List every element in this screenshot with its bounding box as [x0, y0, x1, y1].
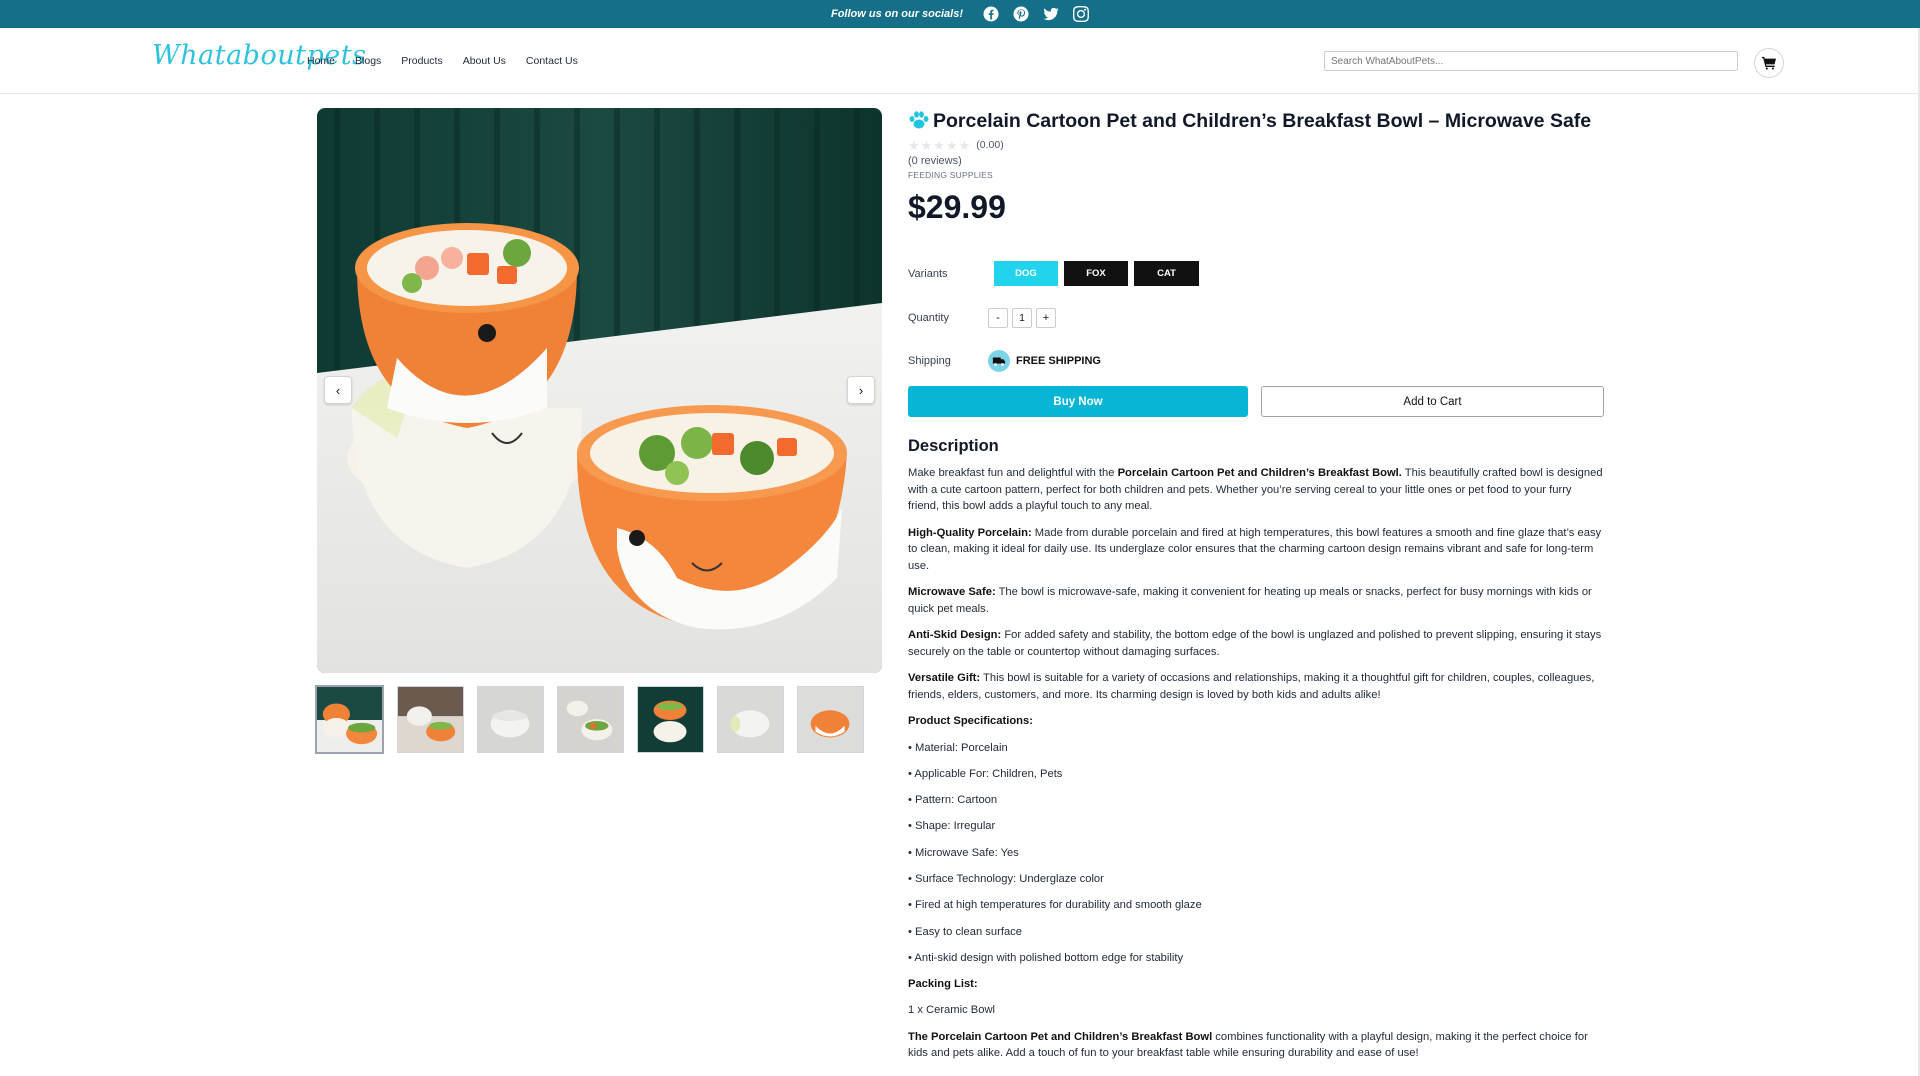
nav-home[interactable]: Home [307, 55, 335, 67]
spec-item: • Easy to clean surface [908, 925, 1022, 938]
description-section: Description Make breakfast fun and delig… [908, 437, 1604, 1072]
spec-item: • Applicable For: Children, Pets [908, 767, 1063, 780]
variants-label: Variants [908, 267, 948, 280]
star-icon: ★ [958, 137, 971, 153]
thumbnail-6[interactable] [717, 686, 784, 753]
shipping-value: FREE SHIPPING [1016, 355, 1101, 367]
spec-item: • Surface Technology: Underglaze color [908, 872, 1104, 885]
spec-item: • Material: Porcelain [908, 741, 1008, 754]
star-icon: ★ [933, 137, 945, 153]
gallery-prev-button[interactable]: ‹ [324, 376, 352, 404]
nav-contact-us[interactable]: Contact Us [526, 55, 578, 67]
cart-icon [1762, 56, 1776, 70]
spec-item: • Fired at high temperatures for durabil… [908, 899, 1202, 912]
thumbnail-1[interactable] [315, 685, 384, 754]
add-to-cart-button[interactable]: Add to Cart [1261, 386, 1604, 417]
feature-microwave: Microwave Safe: The bowl is microwave-sa… [908, 586, 1592, 615]
spec-item: • Pattern: Cartoon [908, 794, 998, 807]
review-count[interactable]: (0 reviews) [908, 155, 1604, 167]
search-input[interactable] [1324, 51, 1738, 71]
follow-text: Follow us on our socials! [830, 8, 963, 20]
quantity-increase-button[interactable]: + [1036, 308, 1056, 328]
quantity-decrease-button[interactable]: - [988, 308, 1008, 328]
thumbnail-4[interactable] [557, 686, 624, 753]
description-heading: Description [908, 437, 999, 455]
feature-porcelain: High-Quality Porcelain: Made from durabl… [908, 526, 1602, 572]
feature-gift: Versatile Gift: This bowl is suitable fo… [908, 672, 1595, 701]
thumbnail-7[interactable] [797, 686, 864, 753]
star-icon: ★ [920, 137, 933, 153]
specs-heading: Product Specifications: [908, 715, 1033, 727]
description-intro: Make breakfast fun and delightful with t… [908, 467, 1603, 512]
cart-button[interactable] [1754, 48, 1784, 78]
thumbnail-5[interactable] [637, 686, 704, 753]
star-rating: ★ ★ ★ ★ ★ [908, 139, 970, 152]
instagram-icon[interactable] [1073, 6, 1089, 22]
product-title: Porcelain Cartoon Pet and Children’s Bre… [908, 108, 1604, 134]
paw-icon [909, 111, 929, 129]
quantity-stepper: - + [988, 308, 1056, 328]
shipping-label: Shipping [908, 355, 951, 367]
nav-about-us[interactable]: About Us [463, 55, 506, 67]
thumbnail-strip [315, 685, 864, 754]
variants-row: Variants DOG FOX CAT [908, 261, 1199, 286]
thumbnail-2[interactable] [397, 686, 464, 753]
description-closing: The Porcelain Cartoon Pet and Children’s… [908, 1030, 1588, 1060]
star-icon: ★ [908, 137, 920, 153]
variant-fox-button[interactable]: FOX [1064, 261, 1128, 286]
gallery-next-button[interactable]: › [847, 376, 875, 404]
product-category[interactable]: FEEDING SUPPLIES [908, 170, 1604, 180]
spec-item: • Shape: Irregular [908, 820, 996, 833]
buy-now-button[interactable]: Buy Now [908, 386, 1248, 417]
purchase-actions: Buy Now Add to Cart [908, 386, 1604, 417]
spec-item: • Anti-skid design with polished bottom … [908, 951, 1184, 964]
quantity-input[interactable] [1012, 308, 1032, 328]
product-title-text: Porcelain Cartoon Pet and Children’s Bre… [933, 110, 1592, 132]
nav-blogs[interactable]: Blogs [355, 55, 381, 67]
main-product-image [317, 108, 882, 673]
packing-heading: Packing List: [908, 978, 978, 991]
nav-products[interactable]: Products [401, 55, 442, 67]
thumbnail-3[interactable] [477, 686, 544, 753]
twitter-icon[interactable] [1043, 6, 1059, 22]
truck-icon [988, 350, 1010, 372]
site-header: Whataboutpets Home Blogs Products About … [0, 28, 1920, 94]
main-nav: Home Blogs Products About Us Contact Us [307, 28, 578, 94]
variant-dog-button[interactable]: DOG [994, 261, 1058, 286]
social-bar: Follow us on our socials! [0, 0, 1920, 28]
product-price: $29.99 [908, 189, 1006, 225]
rating-value: (0.00) [976, 139, 1004, 151]
packing-item: 1 x Ceramic Bowl [908, 1004, 996, 1017]
quantity-label: Quantity [908, 312, 949, 324]
spec-item: • Microwave Safe: Yes [908, 846, 1019, 859]
shipping-row: Shipping FREE SHIPPING [908, 350, 1101, 372]
quantity-row: Quantity - + [908, 308, 1056, 328]
feature-anti-skid: Anti-Skid Design: For added safety and s… [908, 629, 1602, 658]
star-icon: ★ [945, 137, 958, 153]
variant-cat-button[interactable]: CAT [1134, 261, 1199, 286]
rating: ★ ★ ★ ★ ★ (0.00) [908, 138, 1604, 152]
product-info: Porcelain Cartoon Pet and Children’s Bre… [908, 108, 1604, 1059]
pinterest-icon[interactable] [1013, 6, 1029, 22]
facebook-icon[interactable] [983, 6, 999, 22]
